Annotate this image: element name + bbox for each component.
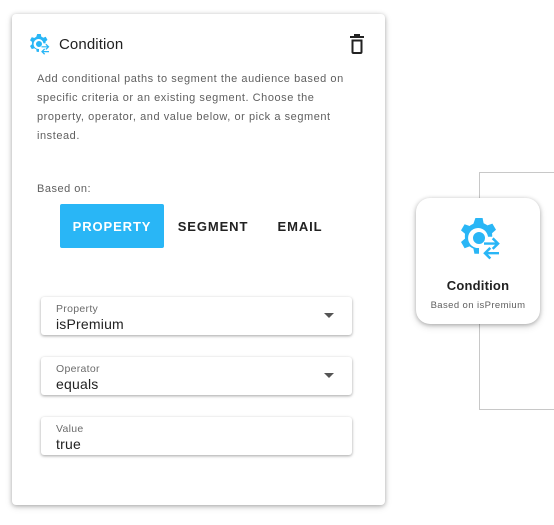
operator-select-value: equals	[56, 376, 99, 392]
value-input[interactable]: Value true	[41, 417, 352, 455]
condition-panel: Condition Add conditional paths to segme…	[12, 14, 385, 505]
dropdown-arrow-icon[interactable]	[324, 313, 334, 318]
connector-line-top	[479, 172, 554, 173]
connector-line-bottom	[479, 409, 554, 410]
toggle-segment-button[interactable]: SEGMENT	[164, 204, 262, 248]
operator-select-label: Operator	[56, 363, 100, 375]
based-on-label: Based on:	[37, 183, 92, 195]
connector-line-top-vertical	[479, 172, 480, 198]
settings-sync-icon	[30, 34, 50, 55]
property-select-label: Property	[56, 303, 99, 315]
property-select[interactable]: Property isPremium	[41, 297, 352, 335]
operator-select[interactable]: Operator equals	[41, 357, 352, 395]
property-select-value: isPremium	[56, 316, 124, 332]
panel-header: Condition	[27, 32, 370, 56]
toggle-email-button[interactable]: EMAIL	[262, 204, 338, 248]
value-input-label: Value	[56, 423, 84, 435]
condition-node[interactable]: Condition Based on isPremium	[416, 198, 540, 324]
connector-line-bottom-vertical	[479, 324, 480, 410]
panel-title: Condition	[59, 35, 124, 53]
based-on-toggle-group: PROPERTY SEGMENT EMAIL	[60, 204, 338, 248]
toggle-property-button[interactable]: PROPERTY	[60, 204, 164, 248]
node-title: Condition	[446, 278, 510, 293]
dropdown-arrow-icon[interactable]	[324, 373, 334, 378]
panel-description: Add conditional paths to segment the aud…	[37, 73, 344, 142]
node-subtitle: Based on isPremium	[430, 300, 526, 311]
settings-sync-icon	[461, 218, 500, 260]
value-input-value[interactable]: true	[56, 436, 81, 452]
delete-icon[interactable]	[348, 33, 366, 55]
